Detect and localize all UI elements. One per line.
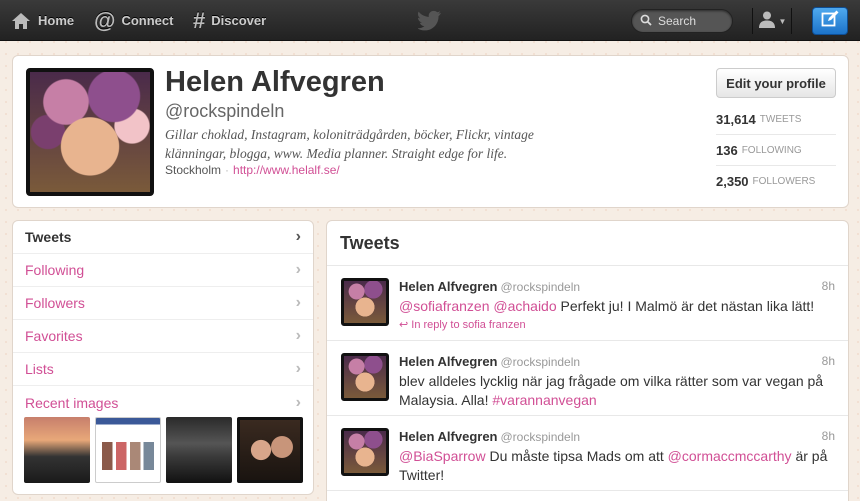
sidebar-item-label: Lists [25, 361, 54, 377]
nav-discover[interactable]: # Discover [193, 0, 266, 41]
nav-connect-label: Connect [121, 13, 174, 28]
tweet-body: Du måste tipsa Mads om att [489, 448, 664, 464]
in-reply-to-link[interactable]: ↩ In reply to sofia franzen [399, 318, 526, 331]
profile-screen-name: @rockspindeln [165, 101, 285, 121]
stat-label: FOLLOWING [741, 144, 802, 156]
recent-image-thumbnail[interactable] [95, 417, 161, 483]
tweet-header: Helen Alfvegren @rockspindeln [399, 354, 580, 369]
user-menu-button[interactable]: ▼ [752, 8, 792, 34]
search-input[interactable]: Search [631, 9, 733, 33]
nav-home[interactable]: Home [10, 0, 74, 41]
user-icon [758, 10, 776, 33]
tweet-text: @BiaSparrow Du måste tipsa Mads om att @… [399, 447, 839, 485]
recent-image-thumbnail[interactable] [237, 417, 303, 483]
hashtag-icon: # [193, 7, 206, 33]
profile-stats: 31,614 TWEETS 136 FOLLOWING 2,350 FOLLOWERS [716, 104, 836, 197]
recent-image-thumbnail[interactable] [166, 417, 232, 483]
profile-sidebar-nav: Tweets › Following › Followers › Favorites ›… [12, 220, 314, 495]
chevron-down-icon: ▼ [778, 16, 787, 26]
twitter-bird-icon[interactable] [417, 10, 444, 36]
tweet-body: Perfekt ju! I Malmö är det nästan lika l… [560, 298, 815, 314]
stat-following[interactable]: 136 FOLLOWING [716, 135, 836, 166]
chevron-right-icon: › [295, 327, 301, 344]
tweet-timestamp[interactable]: 8h [822, 429, 835, 443]
sidebar-item-label: Followers [25, 295, 85, 311]
tweet-mention[interactable]: @cormaccmccarthy [668, 448, 792, 464]
chevron-right-icon: › [295, 228, 301, 245]
profile-meta: Stockholm · http://www.helalf.se/ [165, 163, 340, 177]
stat-label: FOLLOWERS [752, 176, 816, 187]
nav-connect[interactable]: @ Connect [94, 0, 173, 41]
tweet-item[interactable]: Helen Alfvegren @rockspindeln 8h @sofiafr… [327, 266, 848, 341]
search-icon [640, 14, 652, 29]
tweet-author-handle: @rockspindeln [500, 280, 581, 294]
tweet-text: blev alldeles lycklig när jag frågade om… [399, 372, 839, 410]
sidebar-item-lists[interactable]: Lists › [13, 353, 313, 386]
stat-label: TWEETS [759, 113, 802, 125]
top-navigation-bar: Home @ Connect # Discover Search ▼ [0, 0, 860, 41]
stat-count: 31,614 [716, 111, 756, 127]
tweet-avatar[interactable] [341, 353, 389, 401]
home-icon [10, 11, 32, 31]
in-reply-to-label: In reply to sofia franzen [411, 319, 526, 331]
reply-arrow-icon: ↩ [399, 319, 409, 331]
sidebar-item-label: Recent images [25, 394, 119, 411]
timeline-title: Tweets [327, 221, 848, 266]
compose-tweet-button[interactable] [812, 7, 848, 35]
tweet-mention[interactable]: @achaido [493, 298, 556, 314]
tweet-author-name[interactable]: Helen Alfvegren [399, 429, 498, 444]
tweet-item[interactable]: Helen Alfvegren @rockspindeln 8h blev all… [327, 341, 848, 416]
chevron-right-icon: › [295, 294, 301, 311]
stat-count: 2,350 [716, 174, 749, 189]
sidebar-item-label: Favorites [25, 328, 83, 344]
chevron-right-icon: › [295, 393, 301, 411]
sidebar-item-tweets[interactable]: Tweets › [13, 221, 313, 254]
search-placeholder: Search [658, 14, 697, 28]
tweet-timestamp[interactable]: 8h [822, 354, 835, 368]
tweet-author-name[interactable]: Helen Alfvegren [399, 354, 498, 369]
tweet-body: blev alldeles lycklig när jag frågade om… [399, 373, 824, 408]
compose-icon [821, 10, 839, 33]
sidebar-item-label: Tweets [25, 229, 72, 245]
tweet-hashtag[interactable]: #varannanvegan [492, 392, 596, 408]
tweets-timeline: Tweets Helen Alfvegren @rockspindeln 8h @… [326, 220, 849, 501]
chevron-right-icon: › [295, 261, 301, 278]
tweet-avatar[interactable] [341, 428, 389, 476]
stat-followers[interactable]: 2,350 FOLLOWERS [716, 166, 836, 197]
tweet-timestamp[interactable]: 8h [822, 279, 835, 293]
tweet-avatar[interactable] [341, 278, 389, 326]
profile-location: Stockholm [165, 163, 222, 177]
nav-home-label: Home [38, 13, 75, 28]
tweet-item[interactable]: Helen Alfvegren @rockspindeln 8h @BiaSpar… [327, 416, 848, 491]
tweet-author-handle: @rockspindeln [500, 430, 581, 444]
profile-name: Helen Alfvegren [165, 66, 385, 98]
recent-image-thumbnail[interactable] [24, 417, 90, 483]
tweet-author-handle: @rockspindeln [500, 355, 581, 369]
sidebar-item-favorites[interactable]: Favorites › [13, 320, 313, 353]
at-sign-icon: @ [94, 7, 116, 33]
sidebar-item-following[interactable]: Following › [13, 254, 313, 287]
tweet-author-name[interactable]: Helen Alfvegren [399, 279, 498, 294]
tweet-header: Helen Alfvegren @rockspindeln [399, 279, 580, 294]
recent-images-grid [24, 417, 303, 483]
edit-profile-button[interactable]: Edit your profile [716, 68, 836, 98]
tweet-text: @sofiafranzen @achaido Perfekt ju! I Mal… [399, 297, 839, 316]
profile-avatar[interactable] [26, 68, 154, 196]
tweet-mention[interactable]: @BiaSparrow [399, 448, 486, 464]
sidebar-item-recent-images[interactable]: Recent images › [13, 386, 313, 419]
chevron-right-icon: › [295, 360, 301, 377]
stat-tweets[interactable]: 31,614 TWEETS [716, 104, 836, 135]
tweet-header: Helen Alfvegren @rockspindeln [399, 429, 580, 444]
nav-discover-label: Discover [211, 13, 267, 28]
sidebar-item-followers[interactable]: Followers › [13, 287, 313, 320]
tweet-mention[interactable]: @sofiafranzen [399, 298, 489, 314]
sidebar-item-label: Following [25, 262, 85, 278]
profile-url-link[interactable]: http://www.helalf.se/ [233, 163, 340, 177]
profile-bio: Gillar choklad, Instagram, koloniträdgår… [165, 127, 534, 161]
stat-count: 136 [716, 142, 738, 158]
separator-dot: · [225, 163, 230, 177]
